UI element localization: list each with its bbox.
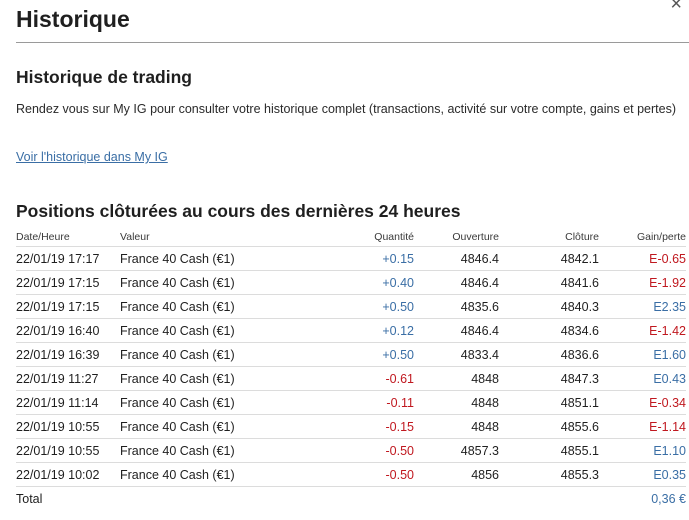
cell-close: 4847.3 bbox=[499, 366, 599, 391]
cell-open: 4848 bbox=[414, 390, 499, 415]
cell-value: France 40 Cash (€1) bbox=[120, 246, 332, 271]
cell-date: 22/01/19 10:55 bbox=[16, 414, 120, 439]
cell-date: 22/01/19 10:02 bbox=[16, 462, 120, 487]
closed-positions-table: Date/Heure Valeur Quantité Ouverture Clô… bbox=[16, 228, 686, 511]
header-divider bbox=[16, 42, 689, 43]
cell-gain: E-1.42 bbox=[599, 318, 686, 343]
cell-open: 4848 bbox=[414, 414, 499, 439]
cell-value: France 40 Cash (€1) bbox=[120, 462, 332, 487]
trading-history-title: Historique de trading bbox=[16, 67, 192, 87]
cell-date: 22/01/19 11:14 bbox=[16, 390, 120, 415]
table-row: 22/01/19 17:15 France 40 Cash (€1) +0.50 48… bbox=[16, 294, 686, 319]
cell-gain: E0.35 bbox=[599, 462, 686, 487]
cell-date: 22/01/19 16:39 bbox=[16, 342, 120, 367]
table-row: 22/01/19 17:17 France 40 Cash (€1) +0.15 48… bbox=[16, 246, 686, 271]
page-title: Historique bbox=[16, 6, 130, 32]
cell-date: 22/01/19 16:40 bbox=[16, 318, 120, 343]
cell-gain: E2.35 bbox=[599, 294, 686, 319]
column-header-gain: Gain/perte bbox=[636, 231, 686, 243]
cell-gain: E-0.65 bbox=[599, 246, 686, 271]
cell-quantity: +0.50 bbox=[332, 342, 414, 367]
cell-value: France 40 Cash (€1) bbox=[120, 366, 332, 391]
cell-gain: E0.43 bbox=[599, 366, 686, 391]
cell-quantity: +0.50 bbox=[332, 294, 414, 319]
cell-close: 4851.1 bbox=[499, 390, 599, 415]
table-row: 22/01/19 16:39 France 40 Cash (€1) +0.50 48… bbox=[16, 342, 686, 367]
cell-close: 4841.6 bbox=[499, 270, 599, 295]
cell-open: 4857.3 bbox=[414, 438, 499, 463]
cell-date: 22/01/19 10:55 bbox=[16, 438, 120, 463]
total-value: 0,36 € bbox=[599, 486, 686, 511]
table-row: 22/01/19 11:27 France 40 Cash (€1) -0.61 48… bbox=[16, 366, 686, 391]
cell-gain: E1.10 bbox=[599, 438, 686, 463]
table-row: 22/01/19 17:15 France 40 Cash (€1) +0.40 48… bbox=[16, 270, 686, 295]
table-header-row: Date/Heure Valeur Quantité Ouverture Clô… bbox=[16, 228, 686, 247]
cell-date: 22/01/19 17:17 bbox=[16, 246, 120, 271]
cell-close: 4840.3 bbox=[499, 294, 599, 319]
table-row: 22/01/19 10:55 France 40 Cash (€1) -0.15 48… bbox=[16, 414, 686, 439]
cell-open: 4833.4 bbox=[414, 342, 499, 367]
cell-value: France 40 Cash (€1) bbox=[120, 342, 332, 367]
cell-gain: E-1.14 bbox=[599, 414, 686, 439]
column-header-close: Clôture bbox=[565, 231, 599, 243]
close-icon[interactable]: × bbox=[670, 0, 682, 14]
cell-close: 4855.1 bbox=[499, 438, 599, 463]
cell-open: 4856 bbox=[414, 462, 499, 487]
cell-quantity: +0.15 bbox=[332, 246, 414, 271]
cell-value: France 40 Cash (€1) bbox=[120, 390, 332, 415]
cell-quantity: -0.50 bbox=[332, 438, 414, 463]
cell-value: France 40 Cash (€1) bbox=[120, 438, 332, 463]
cell-quantity: -0.61 bbox=[332, 366, 414, 391]
cell-date: 22/01/19 17:15 bbox=[16, 294, 120, 319]
cell-quantity: +0.12 bbox=[332, 318, 414, 343]
cell-open: 4846.4 bbox=[414, 318, 499, 343]
cell-quantity: -0.11 bbox=[332, 390, 414, 415]
cell-quantity: -0.50 bbox=[332, 462, 414, 487]
closed-positions-title: Positions clôturées au cours des dernièr… bbox=[16, 201, 461, 221]
column-header-quantity: Quantité bbox=[374, 231, 414, 243]
table-row: 22/01/19 10:55 France 40 Cash (€1) -0.50 48… bbox=[16, 438, 686, 463]
cell-open: 4835.6 bbox=[414, 294, 499, 319]
cell-close: 4855.3 bbox=[499, 462, 599, 487]
cell-date: 22/01/19 11:27 bbox=[16, 366, 120, 391]
cell-gain: E-0.34 bbox=[599, 390, 686, 415]
cell-value: France 40 Cash (€1) bbox=[120, 414, 332, 439]
cell-close: 4842.1 bbox=[499, 246, 599, 271]
cell-close: 4855.6 bbox=[499, 414, 599, 439]
cell-value: France 40 Cash (€1) bbox=[120, 294, 332, 319]
cell-quantity: -0.15 bbox=[332, 414, 414, 439]
cell-close: 4834.6 bbox=[499, 318, 599, 343]
cell-open: 4848 bbox=[414, 366, 499, 391]
total-row: Total 0,36 € bbox=[16, 486, 686, 511]
total-label: Total bbox=[16, 486, 120, 511]
cell-date: 22/01/19 17:15 bbox=[16, 270, 120, 295]
cell-gain: E1.60 bbox=[599, 342, 686, 367]
view-history-link[interactable]: Voir l'historique dans My IG bbox=[16, 150, 168, 164]
cell-gain: E-1.92 bbox=[599, 270, 686, 295]
cell-open: 4846.4 bbox=[414, 246, 499, 271]
column-header-open: Ouverture bbox=[452, 231, 499, 243]
table-row: 22/01/19 16:40 France 40 Cash (€1) +0.12 48… bbox=[16, 318, 686, 343]
cell-value: France 40 Cash (€1) bbox=[120, 318, 332, 343]
cell-quantity: +0.40 bbox=[332, 270, 414, 295]
cell-value: France 40 Cash (€1) bbox=[120, 270, 332, 295]
cell-open: 4846.4 bbox=[414, 270, 499, 295]
trading-history-description: Rendez vous sur My IG pour consulter vot… bbox=[16, 102, 677, 116]
table-row: 22/01/19 11:14 France 40 Cash (€1) -0.11 48… bbox=[16, 390, 686, 415]
cell-close: 4836.6 bbox=[499, 342, 599, 367]
column-header-value: Valeur bbox=[120, 231, 150, 243]
table-row: 22/01/19 10:02 France 40 Cash (€1) -0.50 48… bbox=[16, 462, 686, 487]
column-header-date: Date/Heure bbox=[16, 231, 70, 243]
